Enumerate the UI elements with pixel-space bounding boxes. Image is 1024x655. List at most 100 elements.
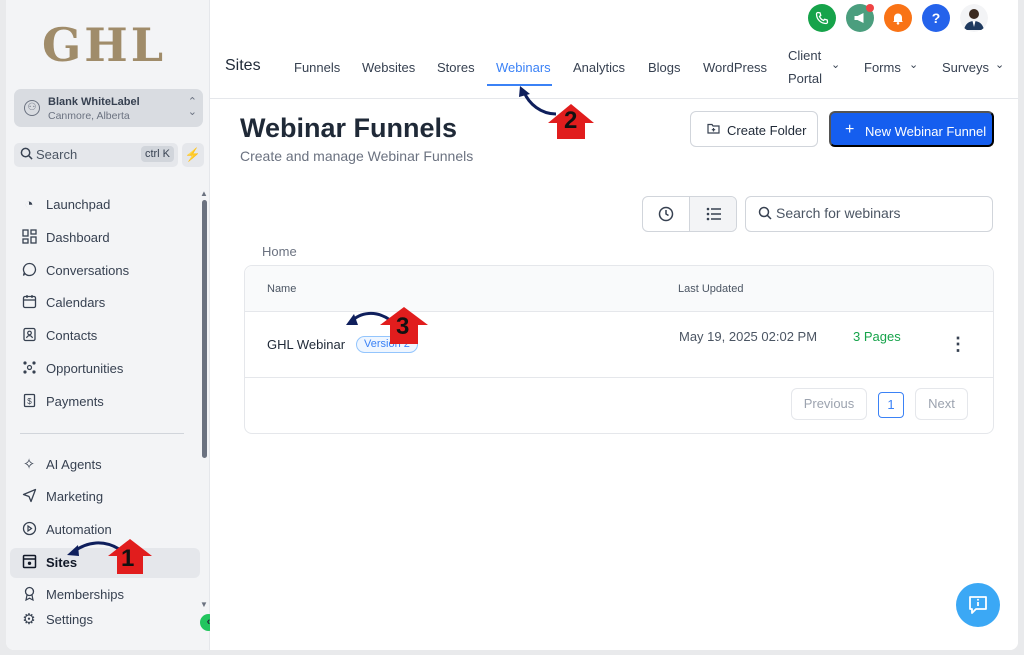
pages-count[interactable]: 3 Pages — [853, 328, 913, 345]
sidebar-item-automation[interactable]: Automation — [10, 515, 200, 545]
tab-webinars[interactable]: Webinars — [496, 60, 551, 75]
tab-blogs[interactable]: Blogs — [648, 60, 681, 75]
grid-icon — [20, 229, 38, 247]
tab-surveys[interactable]: Surveys — [942, 60, 989, 75]
search-icon — [758, 206, 772, 223]
clock-icon[interactable] — [643, 197, 690, 231]
scroll-down-arrow[interactable]: ▼ — [200, 600, 208, 609]
payments-icon: $ — [20, 393, 38, 411]
chevron-down-icon[interactable]: ⌄ — [909, 58, 918, 71]
account-name: Blank WhiteLabel — [48, 96, 140, 108]
chat-support-icon[interactable] — [956, 583, 1000, 627]
funnels-table: Name Last Updated GHL Webinar Version 2 … — [244, 265, 994, 434]
sparkle-icon: ✧ — [22, 456, 36, 473]
funnel-name[interactable]: GHL Webinar — [267, 337, 345, 352]
search-icon — [20, 147, 33, 163]
phone-icon[interactable] — [808, 4, 836, 32]
tab-funnels[interactable]: Funnels — [294, 60, 340, 75]
sidebar-search[interactable]: Search ctrl K — [14, 143, 178, 167]
membership-icon — [20, 586, 38, 604]
help-icon[interactable]: ? — [922, 4, 950, 32]
tab-client-portal[interactable]: Client Portal — [788, 44, 822, 90]
tab-label-line: Client — [788, 48, 822, 63]
folder-plus-icon — [707, 122, 720, 137]
sidebar-item-label: Opportunities — [46, 361, 124, 376]
webinar-search — [745, 196, 993, 232]
tab-stores[interactable]: Stores — [437, 60, 475, 75]
search-label: Search — [36, 147, 78, 162]
opportunities-icon — [20, 360, 38, 378]
sidebar-item-label: Contacts — [46, 328, 98, 343]
sidebar-item-ai-agents[interactable]: ✧ AI Agents — [10, 450, 200, 480]
megaphone-icon[interactable] — [846, 4, 874, 32]
previous-page-button[interactable]: Previous — [791, 388, 867, 420]
tab-websites[interactable]: Websites — [362, 60, 415, 75]
sidebar-item-settings[interactable]: ⚙ Settings — [10, 605, 200, 635]
scroll-up-arrow[interactable]: ▲ — [200, 189, 208, 198]
account-switcher[interactable]: ⚇ Blank WhiteLabel Canmore, Alberta ⌃ ⌄ — [14, 89, 203, 127]
sidebar-scrollbar[interactable] — [202, 200, 207, 458]
avatar[interactable] — [960, 4, 988, 32]
sidebar-item-payments[interactable]: $ Payments — [10, 387, 200, 417]
notification-dot — [866, 4, 874, 12]
chevron-down-icon[interactable]: ⌄ — [831, 58, 840, 71]
sidebar-divider — [20, 433, 184, 434]
table-row[interactable]: GHL Webinar Version 2 May 19, 2025 02:02… — [245, 312, 993, 378]
sidebar-item-label: Payments — [46, 394, 104, 409]
sidebar-item-calendars[interactable]: Calendars — [10, 288, 200, 318]
account-location: Canmore, Alberta — [48, 110, 130, 122]
list-view-icon[interactable] — [690, 197, 736, 231]
main-content: Webinar Funnels Create and manage Webina… — [210, 100, 1018, 650]
tab-label-line: Portal — [788, 71, 822, 86]
search-input[interactable] — [776, 205, 986, 221]
plus-icon: + — [845, 121, 855, 138]
sidebar-item-conversations[interactable]: Conversations — [10, 256, 200, 286]
active-tab-indicator — [487, 84, 552, 86]
page-number[interactable]: 1 — [878, 392, 904, 418]
sidebar-item-marketing[interactable]: Marketing — [10, 482, 200, 512]
more-options-icon[interactable]: ⋮ — [949, 334, 967, 355]
sidebar-item-label: Settings — [46, 612, 93, 627]
breadcrumb[interactable]: Home — [262, 244, 297, 259]
page-title: Webinar Funnels — [240, 113, 458, 143]
tab-analytics[interactable]: Analytics — [573, 60, 625, 75]
chevron-updown-icon: ⌃ ⌄ — [187, 96, 197, 118]
view-toggle — [642, 196, 737, 232]
new-webinar-funnel-button[interactable]: + New Webinar Funnel — [829, 111, 994, 147]
sidebar-item-opportunities[interactable]: Opportunities — [10, 354, 200, 384]
logo: GHL — [42, 18, 167, 72]
automation-icon — [20, 521, 38, 539]
header-actions: ? — [808, 4, 998, 34]
tab-wordpress[interactable]: WordPress — [703, 60, 767, 75]
column-header-name: Name — [267, 283, 297, 295]
table-header: Name Last Updated — [245, 266, 993, 312]
chat-icon — [20, 262, 38, 280]
sidebar-item-label: Automation — [46, 522, 112, 537]
sidebar-item-launchpad[interactable]: ◔ Launchpad — [10, 190, 200, 220]
tab-forms[interactable]: Forms — [864, 60, 901, 75]
app-window: GHL ⚇ Blank WhiteLabel Canmore, Alberta … — [6, 0, 1018, 650]
create-folder-button[interactable]: Create Folder — [690, 111, 818, 147]
rocket-icon: ◔ — [24, 196, 34, 213]
section-title: Sites — [225, 57, 261, 74]
quick-action-bolt-icon[interactable]: ⚡ — [182, 143, 204, 167]
calendar-icon — [20, 294, 38, 312]
bell-icon[interactable] — [884, 4, 912, 32]
sidebar-item-label: Launchpad — [46, 197, 111, 212]
next-page-button[interactable]: Next — [915, 388, 968, 420]
location-icon: ⚇ — [24, 100, 40, 116]
sidebar-item-label: Sites — [46, 555, 78, 570]
sidebar-item-dashboard[interactable]: Dashboard — [10, 223, 200, 253]
last-updated: May 19, 2025 02:02 PM — [679, 329, 818, 344]
sidebar-item-label: AI Agents — [46, 457, 102, 472]
sites-icon — [20, 554, 38, 572]
sidebar-item-sites[interactable]: Sites — [10, 548, 200, 578]
sidebar-item-label: Conversations — [46, 263, 130, 278]
sidebar-item-label: Dashboard — [46, 230, 110, 245]
sidebar-item-contacts[interactable]: Contacts — [10, 321, 200, 351]
sidebar-item-label: Marketing — [46, 489, 104, 504]
sidebar: GHL ⚇ Blank WhiteLabel Canmore, Alberta … — [6, 0, 217, 650]
contacts-icon — [20, 327, 38, 345]
sidebar-item-label: Memberships — [46, 587, 125, 602]
chevron-down-icon[interactable]: ⌄ — [995, 58, 1004, 71]
